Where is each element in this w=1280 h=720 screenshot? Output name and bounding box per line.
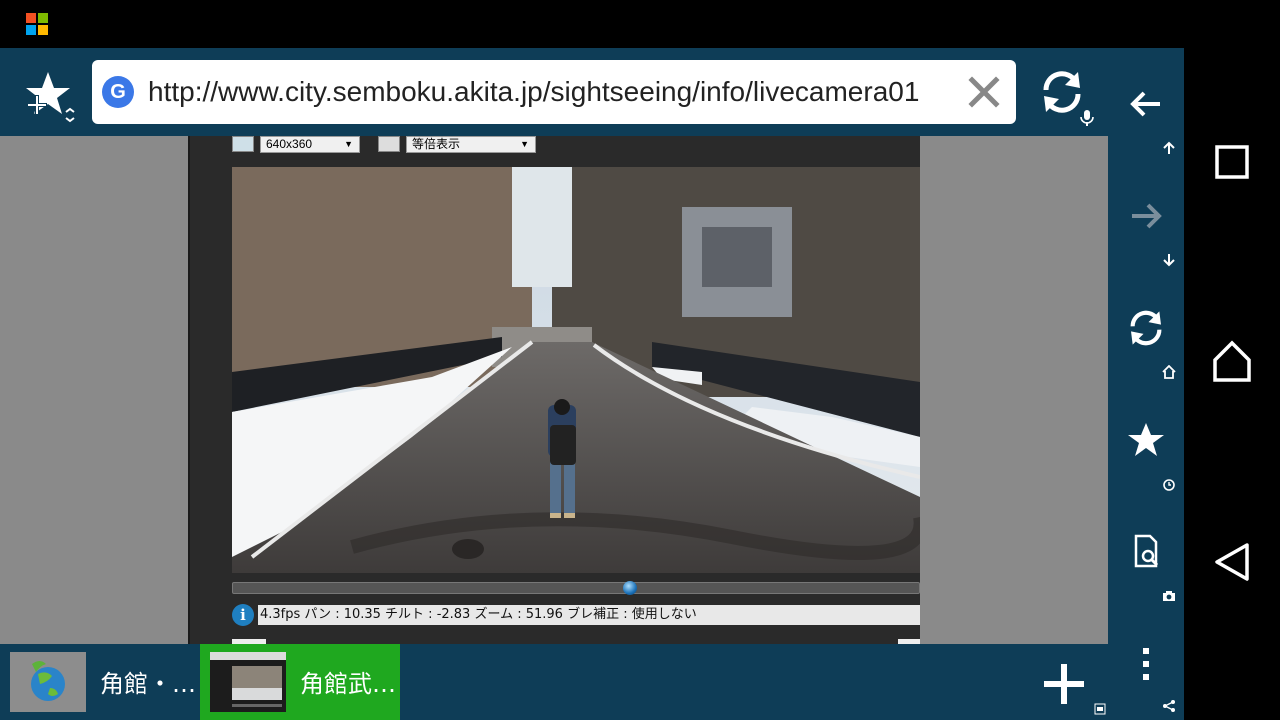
info-icon[interactable]: i <box>232 604 254 626</box>
tab-title: 角館・… <box>100 670 196 698</box>
share-button[interactable] <box>1162 698 1176 712</box>
screen: G http://www.city.semboku.akita.jp/sight… <box>0 0 1280 720</box>
home-nav-button[interactable] <box>1212 340 1252 382</box>
status-bar <box>0 0 1184 48</box>
add-bookmark-button[interactable] <box>20 68 80 128</box>
camera-icon <box>1163 591 1175 601</box>
page-up-button[interactable] <box>1162 140 1176 154</box>
alarm-button[interactable] <box>1162 476 1176 491</box>
tab-strip: 角館・… 角館武… <box>0 644 1108 720</box>
url-bar[interactable]: G <box>92 60 1016 124</box>
arrow-up-icon <box>1163 141 1175 154</box>
close-icon <box>968 76 1000 108</box>
menu-button[interactable] <box>1126 644 1166 684</box>
arrow-down-icon <box>1163 254 1175 267</box>
google-icon: G <box>102 76 134 108</box>
street-scene-image <box>232 167 920 573</box>
dropdown-arrow-icon: ▼ <box>344 139 353 149</box>
find-in-page-icon <box>1134 534 1159 568</box>
resolution-icon <box>232 136 254 152</box>
pan-slider[interactable] <box>232 581 920 595</box>
side-panel <box>1108 48 1184 720</box>
plus-icon <box>1044 664 1084 704</box>
system-nav-bar <box>1184 0 1280 720</box>
back-nav-icon <box>1215 543 1249 581</box>
dropdown-arrow-icon: ▼ <box>520 139 529 149</box>
new-tab-button[interactable] <box>1040 660 1088 708</box>
star-icon <box>1128 423 1164 456</box>
more-vert-icon <box>1143 648 1149 680</box>
windows-logo-icon <box>26 13 48 35</box>
tab-title: 角館武… <box>300 670 396 698</box>
live-camera-image <box>232 167 920 573</box>
recents-button[interactable] <box>1212 142 1252 182</box>
find-in-page-button[interactable] <box>1126 532 1166 572</box>
page-down-button[interactable] <box>1162 252 1176 267</box>
live-camera-panel: 640x360 ▼ 等倍表示 ▼ i 4.3fps パン: 10.35 チルト… <box>188 136 920 644</box>
back-nav-button[interactable] <box>1212 542 1252 582</box>
add-bookmark-icon <box>26 72 75 123</box>
globe-icon <box>10 652 86 712</box>
display-mode-icon <box>378 136 400 152</box>
camera-status-text: 4.3fps パン : 10.35 チルト : -2.83 ズーム : 51.9… <box>258 605 920 625</box>
tab-item-active[interactable]: 角館武… <box>200 644 400 720</box>
url-input[interactable] <box>148 74 958 110</box>
reload-button[interactable] <box>1038 68 1086 116</box>
resolution-value: 640x360 <box>266 137 313 151</box>
clear-url-button[interactable] <box>964 72 1004 112</box>
tab-item[interactable]: 角館・… <box>0 644 200 720</box>
reload-side-button[interactable] <box>1126 308 1166 348</box>
alarm-icon <box>1163 479 1175 491</box>
bookmark-button[interactable] <box>1126 420 1166 460</box>
forward-button[interactable] <box>1126 196 1166 236</box>
reload-icon <box>1043 71 1081 113</box>
display-mode-select[interactable]: 等倍表示 ▼ <box>406 136 536 153</box>
display-mode-value: 等倍表示 <box>412 137 461 151</box>
home-icon <box>1162 364 1176 379</box>
tab-thumbnail <box>210 652 286 712</box>
back-button[interactable] <box>1126 84 1166 124</box>
screenshot-button[interactable] <box>1162 588 1176 602</box>
browser-toolbar: G <box>0 48 1108 136</box>
arrow-right-icon <box>1132 203 1162 229</box>
resolution-select[interactable]: 640x360 ▼ <box>260 136 360 153</box>
tab-list-icon[interactable] <box>1094 700 1106 715</box>
reload-icon <box>1130 310 1162 346</box>
mic-icon[interactable] <box>1080 110 1094 126</box>
home-nav-icon <box>1213 340 1251 382</box>
pan-slider-knob[interactable] <box>623 581 637 595</box>
web-content: 640x360 ▼ 等倍表示 ▼ i 4.3fps パン: 10.35 チルト… <box>0 136 1108 644</box>
arrow-left-icon <box>1130 91 1160 117</box>
home-button[interactable] <box>1162 364 1176 379</box>
recents-icon <box>1215 145 1249 179</box>
share-icon <box>1163 700 1175 712</box>
